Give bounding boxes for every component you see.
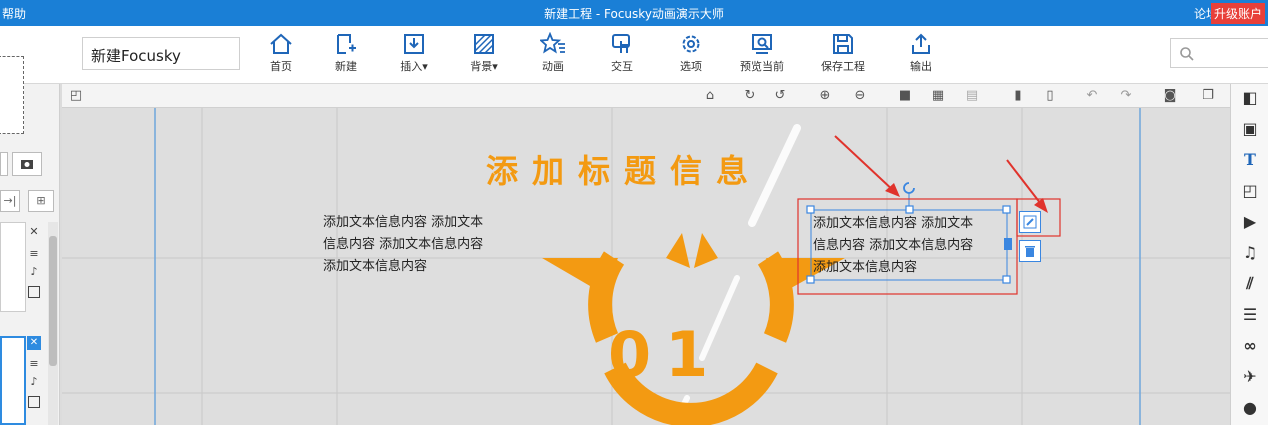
redo-icon[interactable]: ↷ [1118, 88, 1134, 104]
slide-heading[interactable]: 添加标题信息 [486, 146, 762, 192]
lock-icon[interactable]: ■ [897, 88, 913, 104]
close-icon[interactable]: ✕ [27, 336, 41, 350]
screenshot-button[interactable] [12, 152, 42, 176]
title-bar: 帮助 新建工程 - Focusky动画演示大师 论坛 升级账户 [0, 0, 1268, 26]
rotate-left-icon[interactable]: ↺ [772, 88, 788, 104]
zoom-out-icon[interactable]: ⊖ [852, 88, 868, 104]
undo-icon[interactable]: ↶ [1084, 88, 1100, 104]
right-text-block-selected[interactable]: 添加文本信息内容 添加文本 信息内容 添加文本信息内容 添加文本信息内容 [813, 213, 973, 279]
image-icon[interactable]: ▣ [1240, 119, 1260, 139]
close-icon[interactable]: ✕ [28, 226, 40, 238]
preview-current-button[interactable]: 预览当前 [731, 30, 793, 80]
home-icon [270, 33, 292, 54]
settings-icon [682, 35, 700, 53]
animation-button[interactable]: 动画 [524, 30, 582, 80]
plane-icon[interactable]: ✈ [1240, 367, 1260, 387]
slide-thumbnail-panel: →| ⊞ ✕ ≡ ♪ ✕ ≡ ♪ [0, 56, 60, 425]
background-button[interactable]: 背景▾ [455, 30, 513, 80]
save-icon [833, 34, 853, 54]
animation-icon [540, 32, 565, 54]
frame-toggle-icon[interactable]: ◰ [68, 88, 84, 104]
menu-icon[interactable]: ≡ [28, 248, 40, 260]
link-icon[interactable]: ∞ [1240, 336, 1260, 356]
align-icon[interactable]: →| [0, 190, 20, 212]
save-project-button[interactable]: 保存工程 [812, 30, 874, 80]
slide-thumbnail-selected[interactable] [0, 336, 26, 425]
new-icon [337, 34, 356, 54]
rotate-right-icon[interactable]: ↻ [742, 88, 758, 104]
interaction-icon [612, 34, 630, 53]
editing-canvas[interactable]: 添加标题信息 添加文本信息内容 添加文本 信息内容 添加文本信息内容 添加文本信… [62, 108, 1230, 425]
search-input[interactable] [1170, 38, 1268, 68]
trash-icon [1025, 246, 1035, 257]
left-text-block[interactable]: 添加文本信息内容 添加文本 信息内容 添加文本信息内容 添加文本信息内容 [323, 212, 483, 278]
delete-button[interactable] [1019, 240, 1041, 262]
element-toolbar: ◧ ▣ T ◰ ▶ ♫ ⫽ ☰ ∞ ✈ ● [1230, 84, 1268, 425]
text-icon[interactable]: T [1240, 150, 1260, 170]
frame-preview [0, 56, 24, 134]
home-view-icon[interactable]: ⌂ [702, 88, 718, 104]
new-button[interactable]: 新建 [317, 30, 375, 80]
export-button[interactable]: 输出 [892, 30, 950, 80]
chart-icon[interactable]: ⫽ [1240, 274, 1260, 294]
thumbnail-scrollbar[interactable] [48, 222, 58, 425]
grid-icon[interactable]: ▦ [930, 88, 946, 104]
paste-icon[interactable]: ▯ [1042, 88, 1058, 104]
paste-style-icon[interactable]: ▤ [964, 88, 980, 104]
microphone-icon[interactable]: ♪ [28, 266, 40, 278]
music-icon[interactable]: ♫ [1240, 243, 1260, 263]
home-button[interactable]: 首页 [252, 30, 310, 80]
upgrade-account-button[interactable]: 升级账户 [1210, 3, 1265, 24]
insert-icon [404, 34, 424, 54]
zoom-in-icon[interactable]: ⊕ [817, 88, 833, 104]
flash-icon[interactable]: ● [1240, 398, 1260, 418]
pencil-icon [1023, 215, 1037, 229]
people-icon[interactable]: ☰ [1240, 305, 1260, 325]
canvas-toolbar: ◰ ⌂ ↻ ↺ ⊕ ⊖ ■ ▦ ▤ ▮ ▯ ↶ ↷ ◙ ❐ [62, 84, 1230, 108]
frame-icon[interactable]: ◰ [1240, 181, 1260, 201]
export-icon [912, 33, 930, 54]
slide-thumbnail[interactable] [0, 222, 26, 312]
edit-text-button[interactable] [1019, 211, 1041, 233]
background-icon [474, 34, 494, 54]
grid-icon[interactable]: ⊞ [28, 190, 54, 212]
menu-icon[interactable]: ≡ [28, 358, 40, 370]
options-button[interactable]: 选项 [662, 30, 720, 80]
main-toolbar: 新建Focusky 首页 新建 插入▾ 背景▾ 动画 交互 选项 预览当前 保存… [0, 26, 1268, 84]
microphone-icon[interactable]: ♪ [28, 376, 40, 388]
edit-icon[interactable] [28, 286, 40, 298]
shape-icon[interactable]: ◧ [1240, 88, 1260, 108]
window-icon[interactable]: ❐ [1200, 88, 1216, 104]
edit-icon[interactable] [28, 396, 40, 408]
search-icon [1180, 47, 1194, 61]
video-icon[interactable]: ▶ [1240, 212, 1260, 232]
window-title: 新建工程 - Focusky动画演示大师 [544, 7, 724, 21]
insert-button[interactable]: 插入▾ [385, 30, 443, 80]
interaction-button[interactable]: 交互 [593, 30, 651, 80]
camera-icon[interactable]: ◙ [1162, 88, 1178, 104]
project-name-field[interactable]: 新建Focusky [82, 37, 240, 70]
preview-icon [752, 34, 772, 54]
copy-icon[interactable]: ▮ [1010, 88, 1026, 104]
slide-nav-button[interactable] [0, 152, 8, 176]
camera-icon [21, 160, 33, 169]
number-label[interactable]: 01 [608, 318, 722, 391]
